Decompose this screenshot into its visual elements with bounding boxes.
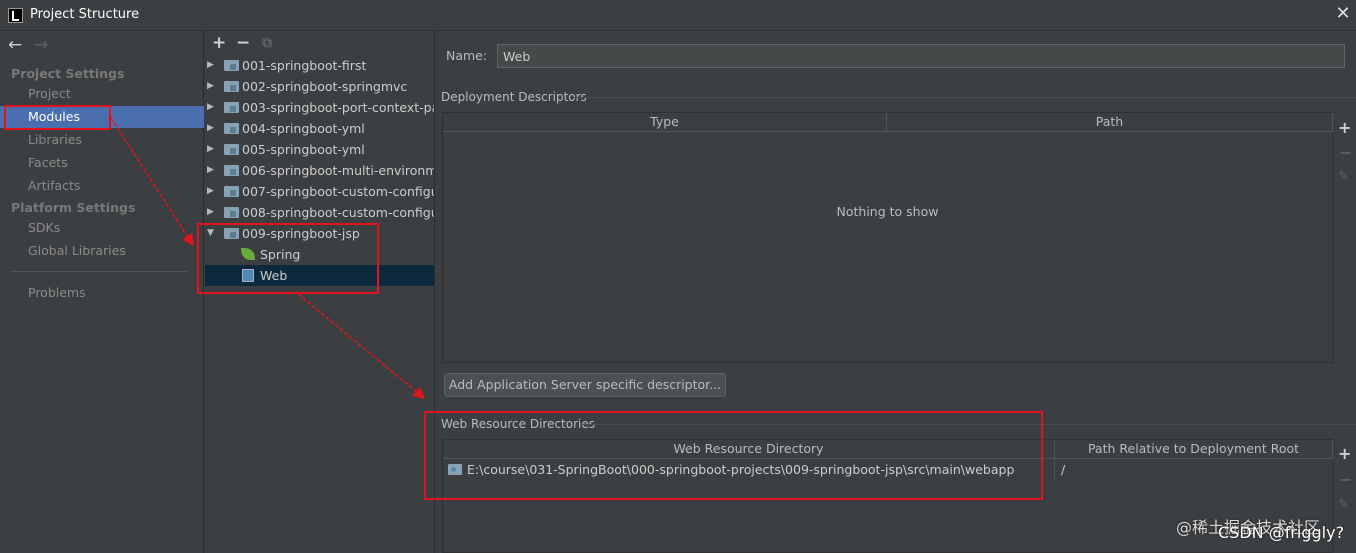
csdn-watermark: CSDN @friggly?: [1218, 523, 1345, 542]
annotation-arrows: [110, 117, 426, 399]
annotation-arrow-1: [110, 117, 194, 247]
annotation-arrow-2: [297, 293, 426, 399]
